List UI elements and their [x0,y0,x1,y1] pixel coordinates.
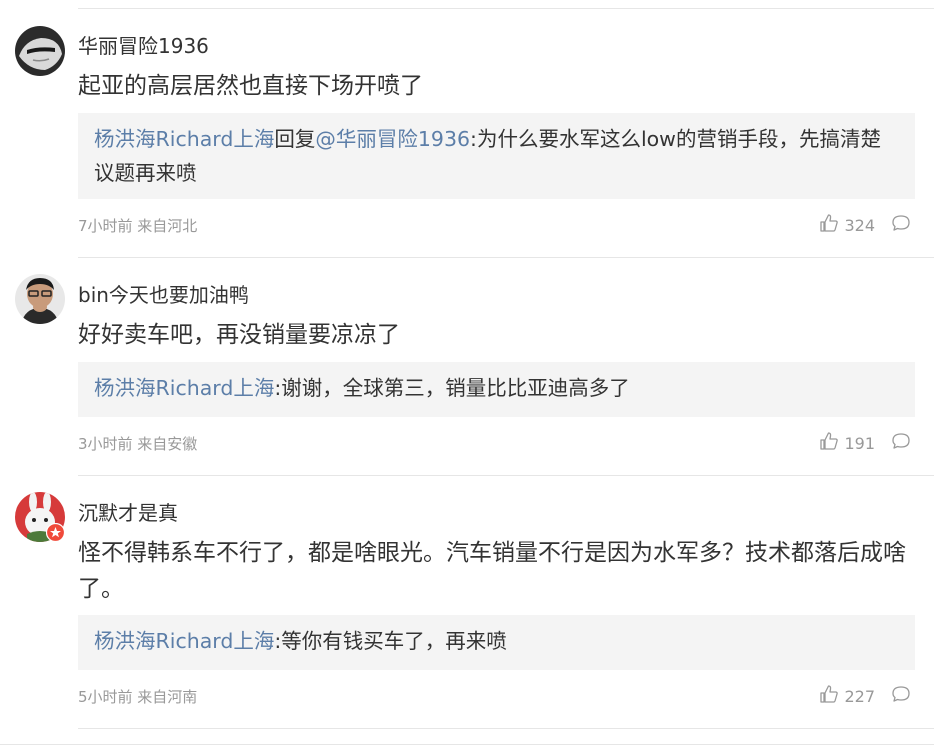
reply-mention[interactable]: @华丽冒险1936 [315,127,470,151]
comment-username[interactable]: bin今天也要加油鸭 [78,279,249,308]
comment-bubble-icon [891,213,911,237]
comment-bubble-icon [891,684,911,708]
reply-text: :等你有钱买车了，再来喷 [274,629,507,653]
avatar[interactable] [15,492,65,542]
thumbs-up-icon [819,431,844,455]
comment-username[interactable]: 华丽冒险1936 [78,30,209,59]
thumbs-up-icon [819,684,844,708]
divider [78,257,934,258]
reply-text: :谢谢，全球第三，销量比比亚迪高多了 [274,376,630,400]
verified-badge-icon [46,523,65,542]
reply-box: 杨洪海Richard上海:谢谢，全球第三，销量比比亚迪高多了 [78,362,915,417]
comment-meta: 3小时前 来自安徽 [78,435,198,453]
thumbs-up-icon [819,213,844,237]
comment-list: 华丽冒险1936 起亚的高层居然也直接下场开喷了 杨洪海Richard上海回复@… [0,0,934,747]
reply-box: 杨洪海Richard上海回复@华丽冒险1936:为什么要水军这么low的营销手段… [78,113,915,199]
like-count: 227 [844,686,875,706]
reply-username[interactable]: 杨洪海Richard上海 [94,127,274,151]
comment-actions: 324 [819,213,911,237]
reply-username[interactable]: 杨洪海Richard上海 [94,629,274,653]
reply-word: 回复 [274,127,316,151]
divider [78,475,934,476]
comment-username[interactable]: 沉默才是真 [78,497,178,526]
like-button[interactable]: 191 [819,431,875,455]
avatar[interactable] [15,274,65,324]
comment-actions: 191 [819,431,911,455]
like-button[interactable]: 227 [819,684,875,708]
divider [0,744,934,745]
divider [78,728,934,729]
like-button[interactable]: 324 [819,213,875,237]
reply-username[interactable]: 杨洪海Richard上海 [94,376,274,400]
comment-meta: 5小时前 来自河南 [78,688,198,706]
like-count: 324 [844,215,875,235]
reply-button[interactable] [891,213,911,237]
comment-meta: 7小时前 来自河北 [78,217,198,235]
reply-box: 杨洪海Richard上海:等你有钱买车了，再来喷 [78,615,915,670]
reply-button[interactable] [891,431,911,455]
comment-actions: 227 [819,684,911,708]
reply-button[interactable] [891,684,911,708]
comment-text: 起亚的高层居然也直接下场开喷了 [78,73,423,99]
comment-text: 怪不得韩系车不行了，都是啥眼光。汽车销量不行是因为水军多？技术都落后成啥了。 [78,540,906,602]
comment-text: 好好卖车吧，再没销量要凉凉了 [78,322,400,348]
like-count: 191 [844,433,875,453]
avatar[interactable] [15,26,65,76]
divider [78,8,934,9]
comment-bubble-icon [891,431,911,455]
